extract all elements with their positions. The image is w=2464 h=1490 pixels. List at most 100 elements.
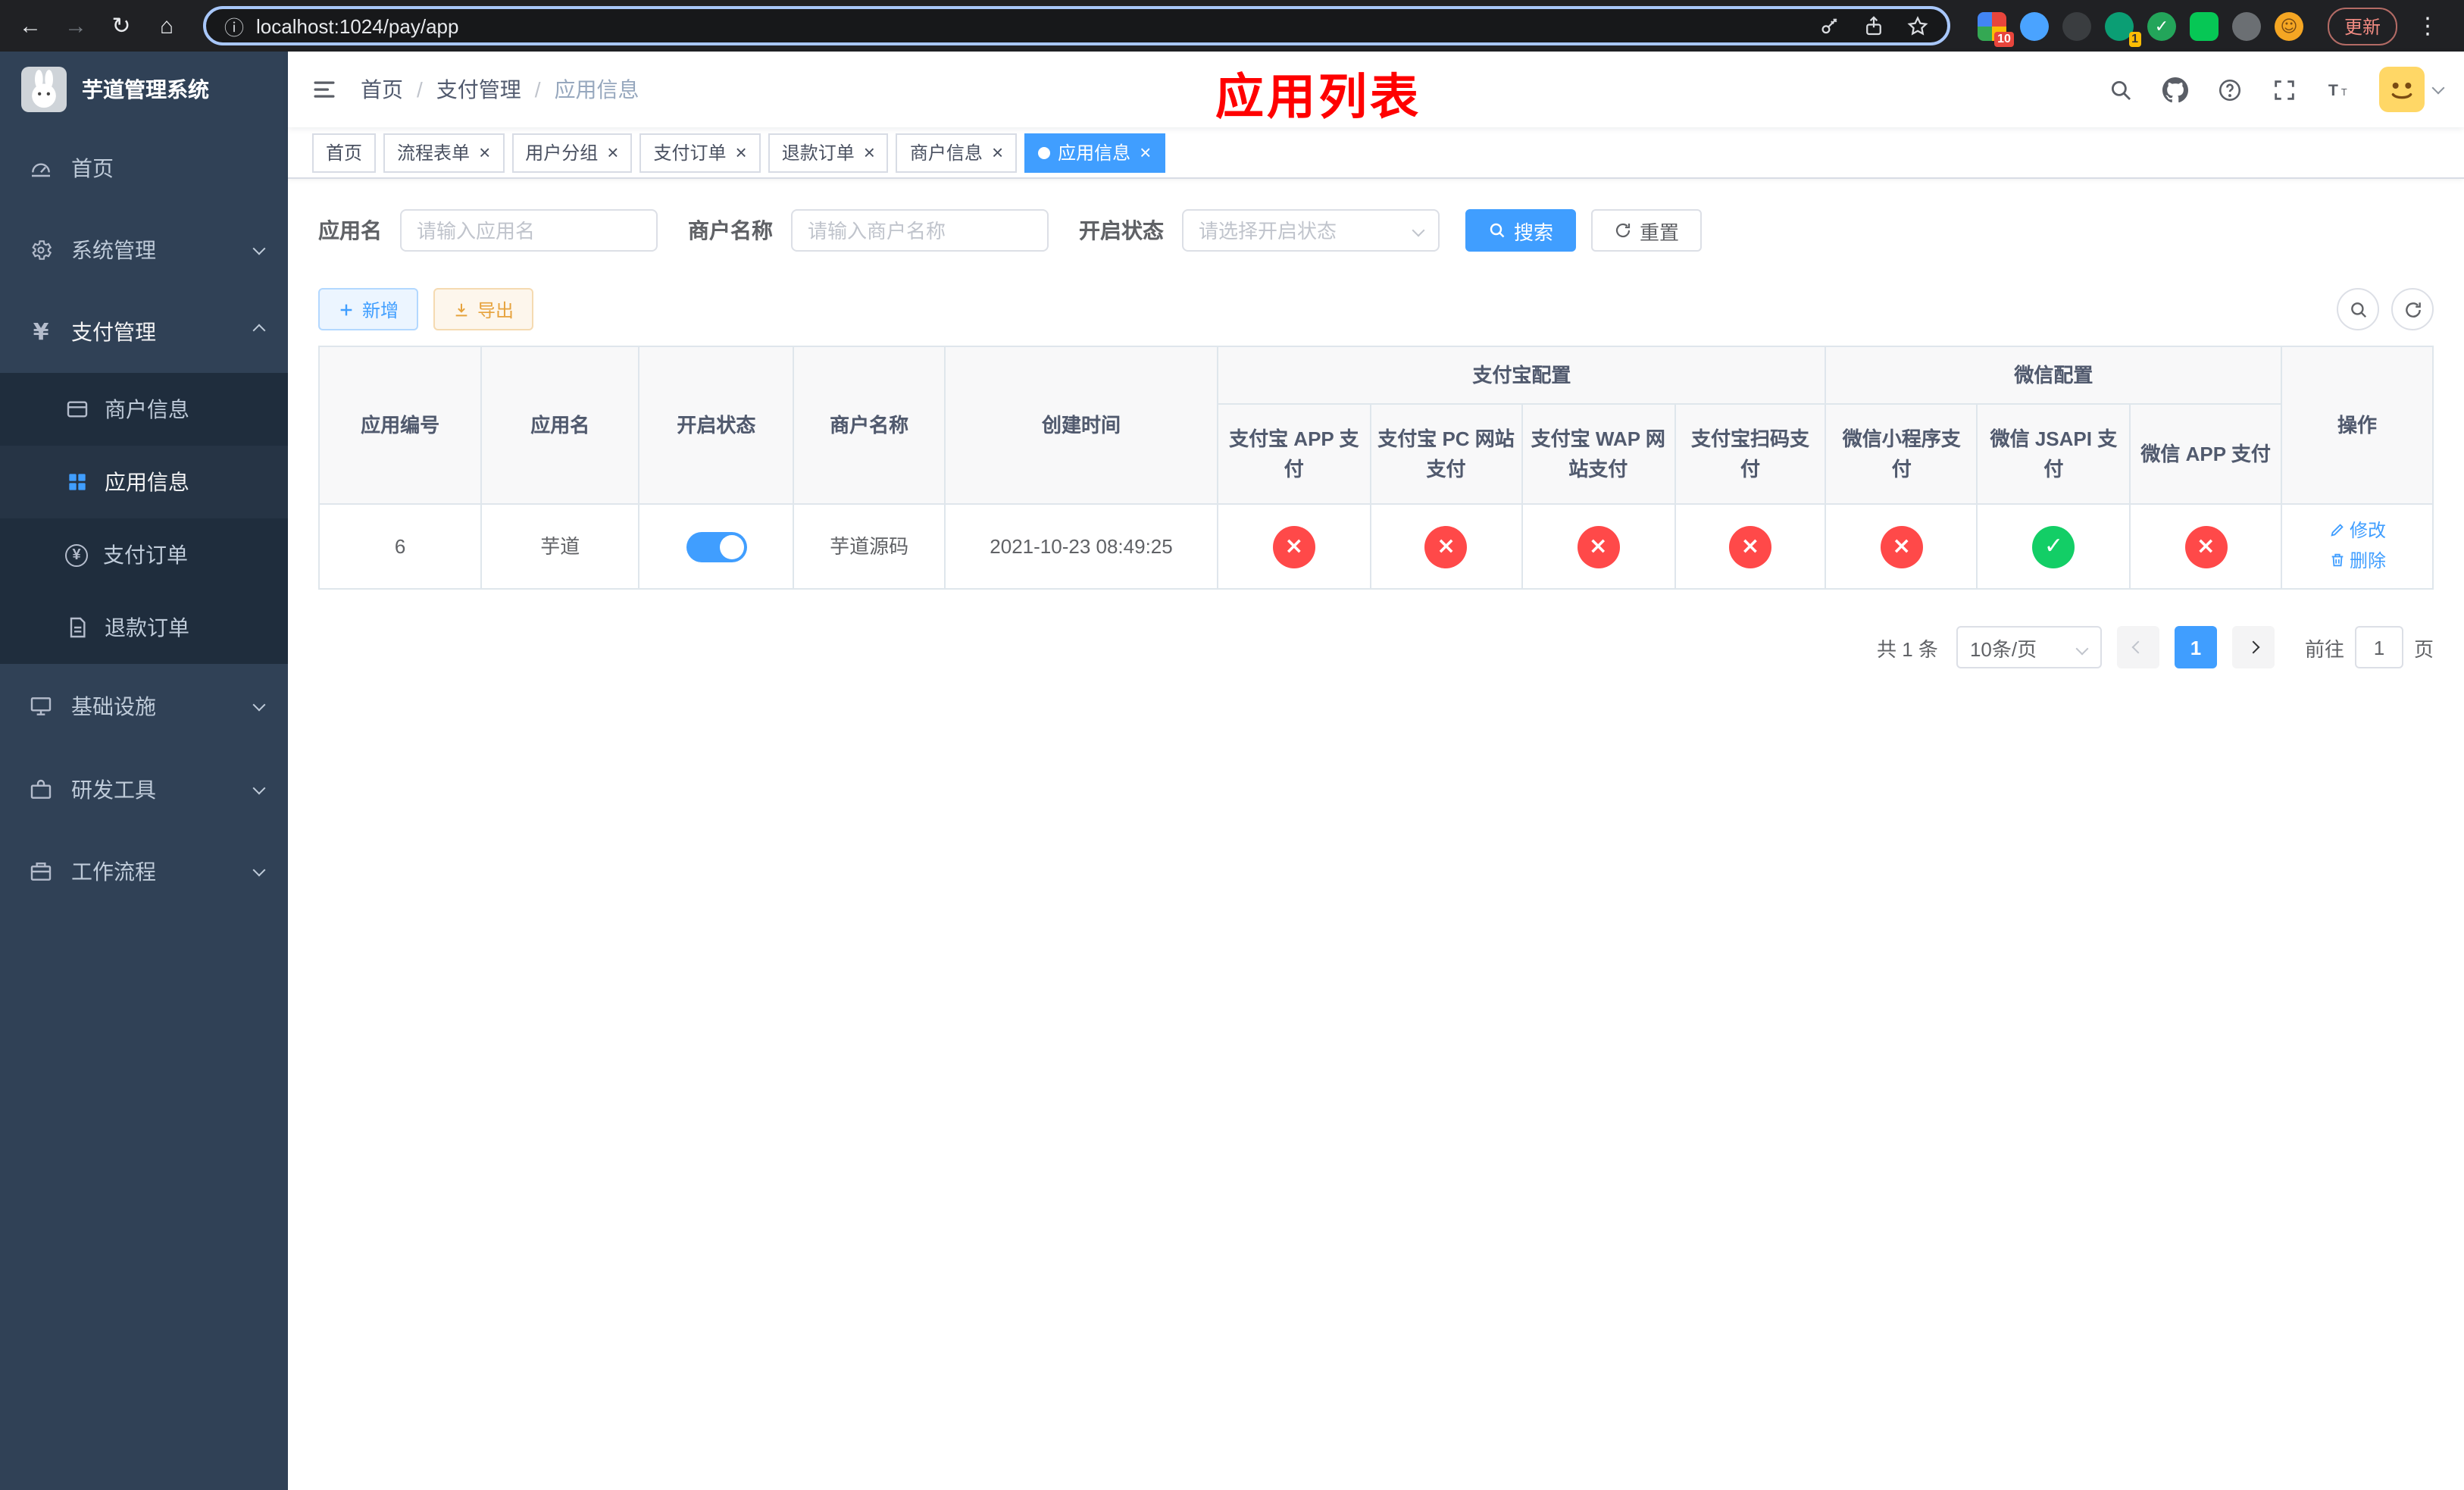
app-name-input[interactable]: [400, 209, 658, 252]
breadcrumb-home[interactable]: 首页: [361, 74, 403, 105]
password-key-icon[interactable]: [1818, 14, 1841, 37]
refresh-table-button[interactable]: [2391, 288, 2434, 330]
chevron-down-icon: [252, 781, 266, 795]
merchant-name-input[interactable]: [791, 209, 1049, 252]
col-alipay-app: 支付宝 APP 支付: [1216, 403, 1371, 505]
toggle-search-button[interactable]: [2337, 288, 2379, 330]
sidebar-item-refund-order[interactable]: 退款订单: [0, 591, 288, 664]
download-icon: [455, 302, 467, 316]
edit-button[interactable]: 修改: [2328, 516, 2386, 543]
user-menu[interactable]: [2379, 67, 2445, 112]
sidebar: 芋道管理系统 首页 系统管理 ¥ 支付管理 商户信息 应用信息 ¥ 支付订单 退…: [0, 52, 288, 1490]
tab-refund-order[interactable]: 退款订单 ×: [768, 133, 889, 172]
prev-page-button[interactable]: [2116, 626, 2159, 668]
tab-pay-order[interactable]: 支付订单 ×: [639, 133, 761, 172]
briefcase-icon: [29, 859, 53, 884]
sidebar-item-pay-order[interactable]: ¥ 支付订单: [0, 518, 288, 591]
sidebar-item-infrastructure[interactable]: 基础设施: [0, 664, 288, 749]
tab-process-form[interactable]: 流程表单 ×: [383, 133, 505, 172]
next-page-button[interactable]: [2231, 626, 2275, 668]
sidebar-item-dev-tools[interactable]: 研发工具: [0, 749, 288, 831]
tab-merchant-info[interactable]: 商户信息 ×: [896, 133, 1018, 172]
sidebar-item-system[interactable]: 系统管理: [0, 209, 288, 291]
tab-user-group[interactable]: 用户分组 ×: [511, 133, 633, 172]
browser-reload-button[interactable]: ↻: [100, 5, 142, 47]
chevron-up-icon: [252, 324, 266, 337]
browser-back-button[interactable]: ←: [9, 5, 52, 47]
sidebar-item-workflow[interactable]: 工作流程: [0, 831, 288, 912]
alipay-app-status-icon: ×: [1272, 525, 1315, 568]
cell-merchant: 芋道源码: [793, 503, 946, 590]
browser-url-bar[interactable]: ⓘ localhost:1024/pay/app: [203, 6, 1950, 45]
alipay-pc-status-icon: ×: [1424, 525, 1468, 568]
navbar: 首页 / 支付管理 / 应用信息 T T: [288, 52, 2464, 127]
extension-pin-icon[interactable]: [2231, 11, 2261, 40]
sidebar-logo[interactable]: 芋道管理系统: [0, 52, 288, 127]
close-icon[interactable]: ×: [479, 142, 490, 162]
cell-app-name: 芋道: [480, 503, 640, 590]
status-toggle[interactable]: [686, 531, 747, 562]
hamburger-icon[interactable]: [288, 52, 361, 127]
export-button[interactable]: 导出: [433, 288, 534, 330]
extension-grid-icon[interactable]: 10: [1977, 11, 2014, 46]
font-size-icon[interactable]: TT: [2315, 67, 2361, 112]
sidebar-item-label: 系统管理: [71, 238, 156, 262]
extension-drop-icon[interactable]: [2019, 11, 2049, 40]
status-select-input[interactable]: [1182, 209, 1440, 252]
status-select[interactable]: [1182, 209, 1440, 252]
close-icon[interactable]: ×: [864, 142, 875, 162]
close-icon[interactable]: ×: [607, 142, 618, 162]
browser-update-button[interactable]: 更新: [2327, 7, 2397, 45]
sidebar-item-app-info[interactable]: 应用信息: [0, 446, 288, 518]
extension-badge: 1: [2128, 31, 2141, 46]
col-wx-mini: 微信小程序支付: [1825, 403, 1978, 505]
cell-actions: 修改 删除: [2281, 503, 2434, 590]
cell-status: [638, 503, 795, 590]
share-icon[interactable]: [1862, 14, 1885, 37]
sidebar-item-payment[interactable]: ¥ 支付管理: [0, 291, 288, 373]
tab-app-info[interactable]: 应用信息 ×: [1024, 133, 1165, 172]
sidebar-item-merchant-info[interactable]: 商户信息: [0, 373, 288, 446]
search-icon[interactable]: [2097, 67, 2143, 112]
page-info-icon[interactable]: ⓘ: [224, 11, 244, 40]
sidebar-item-home[interactable]: 首页: [0, 127, 288, 209]
extension-check-icon[interactable]: ✓: [2147, 11, 2176, 40]
close-icon[interactable]: ×: [992, 142, 1003, 162]
github-icon[interactable]: [2152, 67, 2197, 112]
col-alipay-wap: 支付宝 WAP 网站支付: [1521, 403, 1676, 505]
browser-forward-button[interactable]: →: [55, 5, 97, 47]
page-size-select[interactable]: 10条/页: [1956, 626, 2102, 668]
goto-label: 前往: [2304, 637, 2344, 660]
sidebar-item-label: 工作流程: [71, 859, 156, 884]
close-icon[interactable]: ×: [736, 142, 747, 162]
page-button-1[interactable]: 1: [2174, 626, 2217, 668]
col-alipay-pc: 支付宝 PC 网站支付: [1369, 403, 1523, 505]
extension-chat-icon[interactable]: [2189, 11, 2219, 40]
extension-leaf-icon[interactable]: 1: [2104, 11, 2141, 46]
svg-text:T: T: [2340, 86, 2347, 97]
browser-menu-icon[interactable]: ⋮: [2406, 5, 2449, 47]
wechat-app-status-icon: ×: [2184, 525, 2228, 568]
browser-chrome: ← → ↻ ⌂ ⓘ localhost:1024/pay/app 10 1 ✓ …: [0, 0, 2464, 52]
col-merchant: 商户名称: [793, 346, 946, 505]
breadcrumb-section[interactable]: 支付管理: [436, 74, 521, 105]
tab-home[interactable]: 首页: [312, 133, 377, 172]
bookmark-star-icon[interactable]: [1906, 14, 1929, 37]
browser-home-button[interactable]: ⌂: [145, 5, 188, 47]
fullscreen-icon[interactable]: [2261, 67, 2306, 112]
search-button[interactable]: 搜索: [1465, 209, 1577, 252]
goto-page-input[interactable]: [2354, 626, 2403, 668]
extensions-area: 10 1 ✓ ☺: [1977, 11, 2303, 46]
extension-sphere-icon[interactable]: [2062, 11, 2091, 40]
delete-button[interactable]: 删除: [2328, 546, 2386, 574]
close-icon[interactable]: ×: [1140, 142, 1151, 162]
cell-app-id: 6: [317, 503, 483, 590]
breadcrumb: 首页 / 支付管理 / 应用信息: [361, 74, 639, 105]
add-button[interactable]: 新增: [318, 288, 419, 330]
reset-button[interactable]: 重置: [1591, 209, 1703, 252]
merchant-name-label: 商户名称: [688, 218, 773, 243]
sidebar-item-label: 支付管理: [71, 320, 156, 344]
help-icon[interactable]: [2206, 67, 2252, 112]
content: 应用名 商户名称 开启状态 搜索 重置: [288, 179, 2464, 1490]
extension-face-icon[interactable]: ☺: [2274, 11, 2303, 40]
